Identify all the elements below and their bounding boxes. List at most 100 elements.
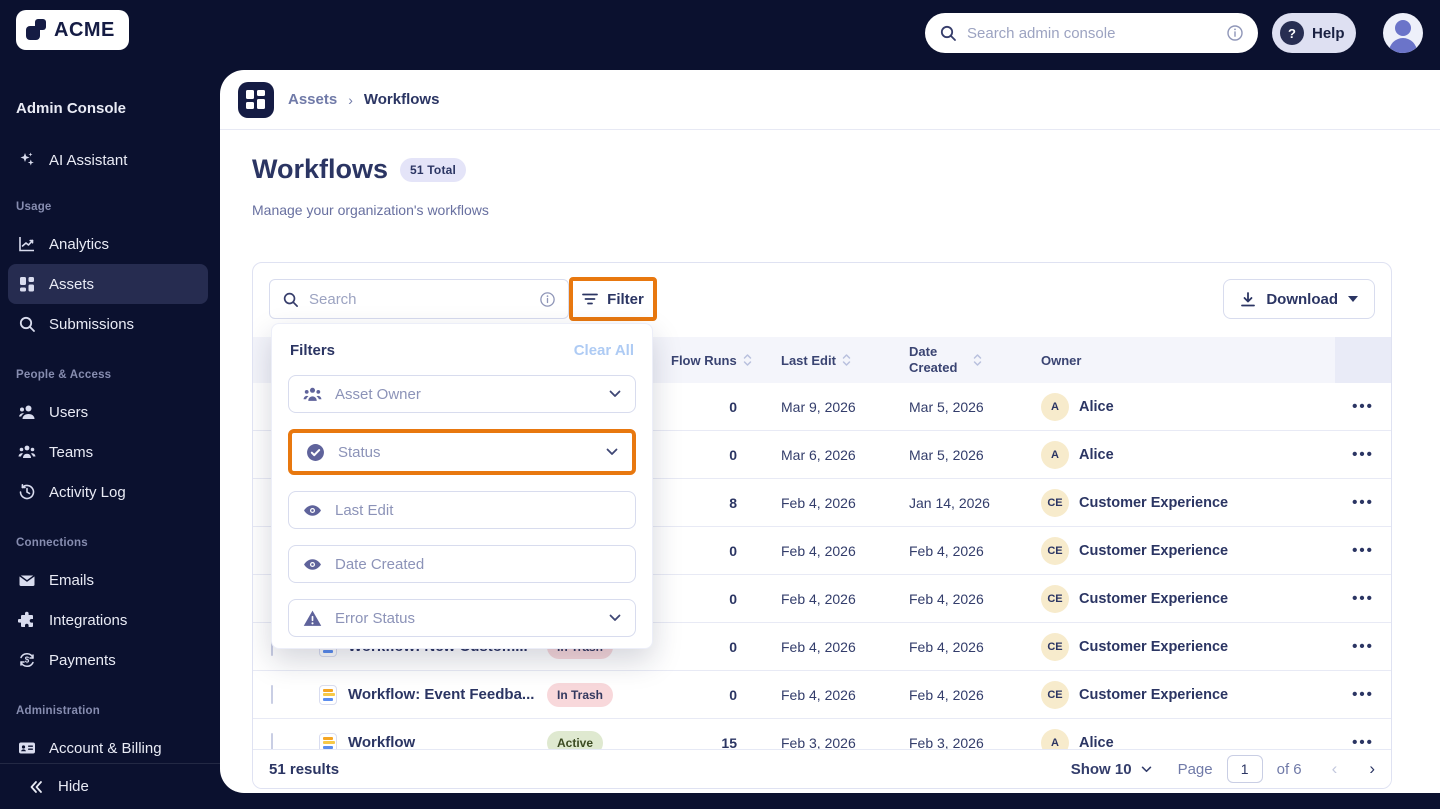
last-edit-value: Feb 4, 2026 xyxy=(781,590,856,607)
chevron-down-icon xyxy=(1141,766,1151,772)
row-menu-button[interactable]: ••• xyxy=(1335,542,1391,559)
column-actions xyxy=(1335,337,1391,383)
admin-search-input[interactable] xyxy=(967,24,1216,42)
hide-label: Hide xyxy=(58,778,89,795)
sidebar-item-account-billing[interactable]: Account & Billing xyxy=(8,728,208,768)
table-row[interactable]: Workflow Active 15 Feb 3, 2026 Feb 3, 20… xyxy=(253,719,1391,751)
last-edit-value: Feb 4, 2026 xyxy=(781,686,856,703)
filter-button[interactable]: Filter xyxy=(582,291,644,308)
table-search-bar[interactable] xyxy=(269,279,569,319)
owner-name: Customer Experience xyxy=(1079,542,1229,559)
workflow-name[interactable]: Workflow: Event Feedba... xyxy=(348,686,534,703)
row-menu-button[interactable]: ••• xyxy=(1335,638,1391,655)
sidebar-item-analytics[interactable]: Analytics xyxy=(8,224,208,264)
sidebar-item-label: Payments xyxy=(49,651,116,669)
question-icon: ? xyxy=(1280,21,1304,45)
owner-name: Customer Experience xyxy=(1079,638,1229,655)
row-menu-button[interactable]: ••• xyxy=(1335,398,1391,415)
sidebar-item-teams[interactable]: Teams xyxy=(8,432,208,472)
sidebar-item-ai-assistant[interactable]: AI Assistant xyxy=(8,140,208,180)
page-number-input[interactable] xyxy=(1226,755,1263,783)
next-page-button[interactable]: › xyxy=(1369,759,1375,779)
row-menu-button[interactable]: ••• xyxy=(1335,686,1391,703)
row-menu-button[interactable]: ••• xyxy=(1335,446,1391,463)
filter-field-asset-owner[interactable]: Asset Owner xyxy=(288,375,636,413)
sidebar-item-integrations[interactable]: Integrations xyxy=(8,600,208,640)
sidebar-item-label: Assets xyxy=(49,275,95,293)
date-created-value: Mar 5, 2026 xyxy=(909,446,984,463)
table-row[interactable]: Workflow: Event Feedba... In Trash 0 Feb… xyxy=(253,671,1391,719)
hide-sidebar-button[interactable]: Hide xyxy=(0,763,220,809)
user-avatar[interactable] xyxy=(1383,13,1423,53)
show-per-page-select[interactable]: Show 10 xyxy=(1071,761,1152,778)
pagination-bar: 51 results Show 10 Page of 6 ‹ › xyxy=(253,749,1391,788)
date-created-value: Feb 4, 2026 xyxy=(909,542,984,559)
clear-all-button[interactable]: Clear All xyxy=(574,342,634,359)
chevron-right-icon: › xyxy=(348,91,353,108)
filter-field-status[interactable]: Status xyxy=(292,433,632,471)
download-label: Download xyxy=(1266,290,1338,308)
section-label-people: People & Access xyxy=(16,369,112,381)
owner-avatar: CE xyxy=(1041,536,1069,565)
sidebar-item-payments[interactable]: $ Payments xyxy=(8,640,208,680)
workflow-icon xyxy=(319,684,337,705)
info-icon[interactable] xyxy=(539,291,556,308)
filter-highlight-box: Filter xyxy=(569,277,657,321)
download-button[interactable]: Download xyxy=(1223,279,1375,319)
column-last-edit[interactable]: Last Edit xyxy=(763,353,891,368)
column-owner[interactable]: Owner xyxy=(1023,353,1335,368)
breadcrumb-assets[interactable]: Assets xyxy=(288,91,337,108)
page-label: Page xyxy=(1177,760,1213,778)
sort-icon[interactable] xyxy=(743,353,752,367)
filter-icon xyxy=(582,292,599,306)
filter-field-error-status[interactable]: Error Status xyxy=(288,599,636,637)
prev-page-button[interactable]: ‹ xyxy=(1332,759,1338,779)
status-badge: Active xyxy=(547,730,604,751)
sidebar-item-activity-log[interactable]: Activity Log xyxy=(8,472,208,512)
info-icon[interactable] xyxy=(1226,24,1244,42)
eye-icon xyxy=(303,555,322,574)
flow-runs-value: 0 xyxy=(729,398,737,415)
row-menu-button[interactable]: ••• xyxy=(1335,590,1391,607)
status-badge: In Trash xyxy=(547,682,614,707)
table-search-input[interactable] xyxy=(309,290,529,308)
check-circle-icon xyxy=(306,443,325,462)
eye-icon xyxy=(303,501,322,520)
acme-logo[interactable]: ACME xyxy=(16,10,129,50)
owner-name: Customer Experience xyxy=(1079,686,1229,703)
admin-console-label: Admin Console xyxy=(16,100,127,117)
flow-runs-value: 0 xyxy=(729,542,737,559)
column-date-created[interactable]: Date Created xyxy=(891,344,1023,377)
flow-runs-value: 0 xyxy=(729,686,737,703)
last-edit-value: Feb 4, 2026 xyxy=(781,494,856,511)
row-menu-button[interactable]: ••• xyxy=(1335,494,1391,511)
date-created-value: Mar 5, 2026 xyxy=(909,398,984,415)
column-flow-runs[interactable]: Flow Runs xyxy=(671,353,763,368)
flow-runs-value: 0 xyxy=(729,638,737,655)
sidebar-item-emails[interactable]: Emails xyxy=(8,560,208,600)
sparkles-icon xyxy=(18,151,36,169)
sidebar-item-submissions[interactable]: Submissions xyxy=(8,304,208,344)
workflows-table-card: Filter Download Flow Runs Last Edit Date… xyxy=(252,262,1392,789)
owner-avatar: CE xyxy=(1041,632,1069,661)
help-button[interactable]: ? Help xyxy=(1272,13,1356,53)
filter-field-date-created[interactable]: Date Created xyxy=(288,545,636,583)
admin-search-bar[interactable] xyxy=(925,13,1258,53)
filter-field-last-edit[interactable]: Last Edit xyxy=(288,491,636,529)
sort-icon[interactable] xyxy=(842,353,851,367)
sidebar-item-label: Analytics xyxy=(49,235,110,253)
sidebar-item-label: AI Assistant xyxy=(49,151,128,169)
clock-history-icon xyxy=(18,483,36,501)
chevron-down-icon xyxy=(606,448,618,456)
sidebar-item-label: Account & Billing xyxy=(49,739,162,757)
sidebar-item-assets[interactable]: Assets xyxy=(8,264,208,304)
date-created-value: Feb 4, 2026 xyxy=(909,686,984,703)
date-created-value: Feb 4, 2026 xyxy=(909,590,984,607)
sort-icon[interactable] xyxy=(973,353,982,367)
date-created-value: Jan 14, 2026 xyxy=(909,494,990,511)
sidebar-item-users[interactable]: Users xyxy=(8,392,208,432)
last-edit-value: Mar 9, 2026 xyxy=(781,398,856,415)
row-checkbox[interactable] xyxy=(271,684,273,704)
assets-app-icon xyxy=(238,81,274,118)
owner-avatar: A xyxy=(1041,728,1069,751)
